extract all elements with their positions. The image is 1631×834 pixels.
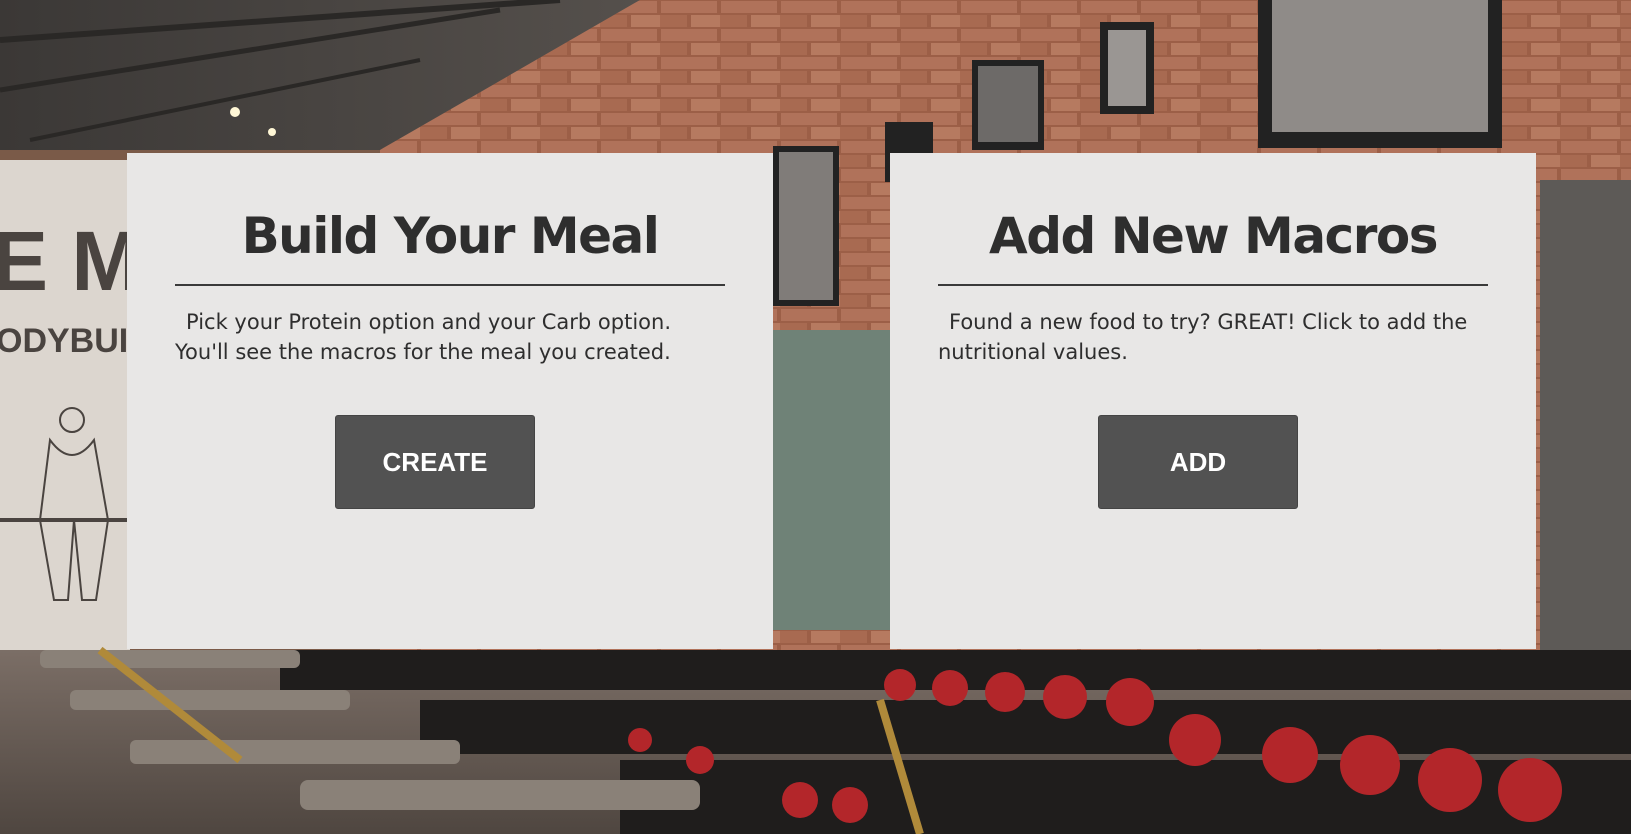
add-macros-divider	[938, 284, 1488, 286]
create-button[interactable]: CREATE	[335, 415, 535, 509]
build-meal-card: Build Your Meal Pick your Protein option…	[127, 153, 773, 649]
build-meal-divider	[175, 284, 725, 286]
add-macros-description: Found a new food to try? GREAT! Click to…	[938, 310, 1468, 364]
add-macros-card: Add New Macros Found a new food to try? …	[890, 153, 1536, 649]
add-macros-title: Add New Macros	[989, 207, 1438, 265]
svg-text:ODYBUI: ODYBUI	[0, 322, 128, 360]
add-button[interactable]: ADD	[1098, 415, 1298, 509]
build-meal-title: Build Your Meal	[241, 207, 660, 265]
build-meal-description: Pick your Protein option and your Carb o…	[175, 310, 672, 364]
